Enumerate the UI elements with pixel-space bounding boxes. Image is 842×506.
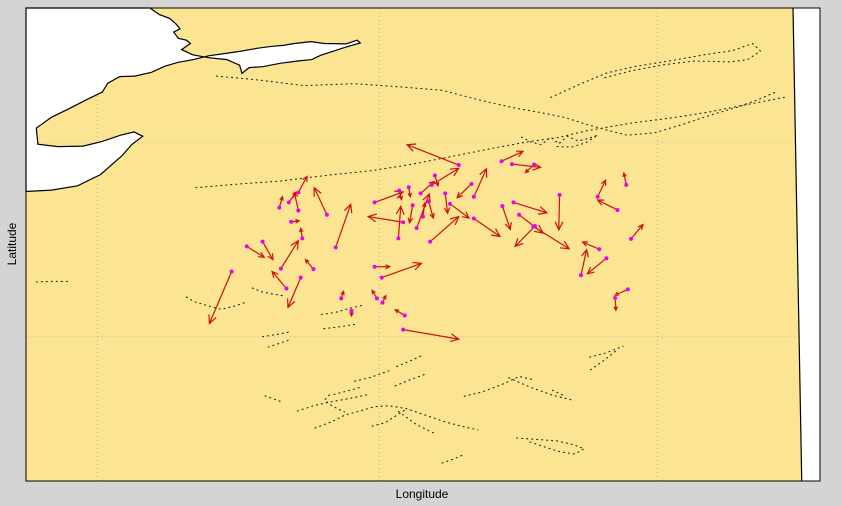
vector-origin-marker <box>374 296 379 301</box>
vector-origin-marker <box>296 190 301 195</box>
vector-origin-marker <box>406 185 411 190</box>
vector-origin-marker <box>339 296 344 301</box>
vector-origin-marker <box>284 286 289 291</box>
vector-origin-marker <box>380 300 385 305</box>
vector-origin-marker <box>471 216 476 221</box>
vector-origin-marker <box>286 200 291 205</box>
vector-origin-marker <box>300 236 305 241</box>
vector-origin-marker <box>500 204 505 209</box>
vector-origin-marker <box>379 275 384 280</box>
vector-origin-marker <box>324 212 329 217</box>
vector-origin-marker <box>277 205 282 210</box>
vector-origin-marker <box>401 327 406 332</box>
quiver-map-plot: Longitude Latitude <box>5 7 821 501</box>
vector-origin-marker <box>595 194 600 199</box>
vector-origin-marker <box>298 275 303 280</box>
vector-origin-marker <box>333 245 338 250</box>
vector-origin-marker <box>557 192 562 197</box>
vector-origin-marker <box>517 212 522 217</box>
vector-origin-marker <box>397 188 402 193</box>
vector-origin-marker <box>421 214 425 219</box>
vector-origin-marker <box>511 200 516 205</box>
vector-origin-marker <box>629 236 634 241</box>
vector-origin-marker <box>447 201 452 206</box>
vector-origin-marker <box>372 200 377 205</box>
vector-origin-marker <box>289 219 294 224</box>
vector-origin-marker <box>625 287 630 292</box>
vector-origin-marker <box>613 295 618 300</box>
vector-origin-marker <box>278 266 283 271</box>
x-axis-label: Longitude <box>396 487 449 501</box>
vector-origin-marker <box>428 239 433 244</box>
vector-origin-marker <box>402 313 407 318</box>
vector-origin-marker <box>604 256 609 261</box>
vector-origin-marker <box>532 162 537 167</box>
vector-shaft <box>558 194 561 230</box>
vector-origin-marker <box>624 182 629 187</box>
vector-origin-marker <box>499 159 504 164</box>
vector-origin-marker <box>311 267 316 272</box>
vector-origin-marker <box>509 162 514 167</box>
vector-origin-marker <box>426 199 431 204</box>
vector-origin-marker <box>531 224 536 229</box>
vector-origin-marker <box>597 247 602 252</box>
vector-origin-marker <box>372 264 377 269</box>
vector-origin-marker <box>414 225 419 230</box>
vector-origin-marker <box>456 163 461 168</box>
vector-origin-marker <box>401 220 406 225</box>
y-axis-label: Latitude <box>5 222 19 265</box>
vector-origin-marker <box>296 208 301 213</box>
vector-origin-marker <box>244 244 249 249</box>
vector-origin-marker <box>471 194 476 199</box>
vector-origin-marker <box>396 236 401 241</box>
vector-origin-marker <box>429 182 434 187</box>
vector-origin-marker <box>615 207 620 212</box>
vector-origin-marker <box>410 203 415 208</box>
vector-origin-marker <box>260 239 265 244</box>
vector-origin-marker <box>579 273 584 278</box>
vector-origin-marker <box>229 269 234 274</box>
vector-origin-marker <box>443 191 448 196</box>
vector-origin-marker <box>349 308 354 313</box>
vector-origin-marker <box>418 191 423 196</box>
vector-origin-marker <box>432 173 437 178</box>
vector-origin-marker <box>469 181 474 186</box>
plot-axes-background <box>26 8 820 481</box>
